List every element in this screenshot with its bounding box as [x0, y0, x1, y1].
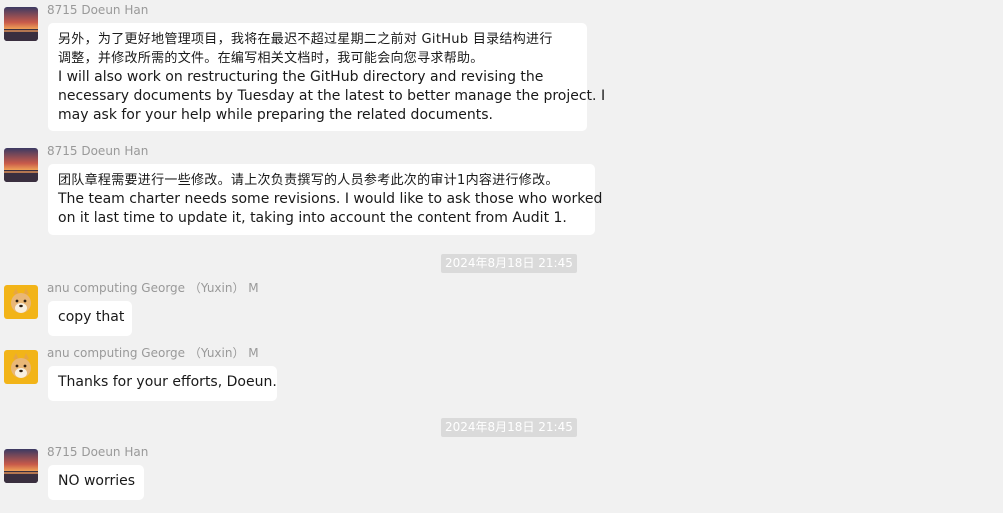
message-text-line: copy that	[58, 309, 125, 325]
sender-name: 8715 Doeun Han	[47, 3, 149, 17]
message-bubble[interactable]: 另外，为了更好地管理项目，我将在最迟不超过星期二之前对 GitHub 目录结构进…	[48, 23, 606, 131]
timestamp-divider: 2024年8月18日 21:45	[441, 418, 577, 437]
message-text-line: Thanks for your efforts, Doeun.	[58, 374, 277, 390]
message-text-line: The team charter needs some revisions. I…	[58, 191, 603, 207]
sender-name: anu computing George （Yuxin） M	[47, 281, 259, 295]
sender-name: 8715 Doeun Han	[47, 144, 149, 158]
shiba-dog-avatar-icon[interactable]	[4, 350, 38, 384]
sunset-landscape-avatar-icon[interactable]	[4, 148, 38, 182]
message-text-line: 团队章程需要进行一些修改。请上次负责撰写的人员参考此次的审计1内容进行修改。	[58, 173, 559, 188]
sender-name: anu computing George （Yuxin） M	[47, 346, 259, 360]
message-text-line: 调整，并修改所需的文件。在编写相关文档时，我可能会向您寻求帮助。	[58, 51, 484, 66]
message-bubble[interactable]: Thanks for your efforts, Doeun.	[48, 366, 277, 401]
message-text-line: necessary documents by Tuesday at the la…	[58, 88, 606, 104]
message-bubble[interactable]: NO worries	[48, 465, 144, 500]
message-text-line: may ask for your help while preparing th…	[58, 107, 493, 123]
sender-name: 8715 Doeun Han	[47, 445, 149, 459]
message-text-line: on it last time to update it, taking int…	[58, 210, 567, 226]
sunset-landscape-avatar-icon[interactable]	[4, 449, 38, 483]
message-text-line: I will also work on restructuring the Gi…	[58, 69, 544, 85]
timestamp-divider: 2024年8月18日 21:45	[441, 254, 577, 273]
message-bubble[interactable]: 团队章程需要进行一些修改。请上次负责撰写的人员参考此次的审计1内容进行修改。 T…	[48, 164, 603, 235]
message-text-line: 另外，为了更好地管理项目，我将在最迟不超过星期二之前对 GitHub 目录结构进…	[58, 32, 553, 47]
message-bubble[interactable]: copy that	[48, 301, 132, 336]
sunset-landscape-avatar-icon[interactable]	[4, 7, 38, 41]
message-text-line: NO worries	[58, 473, 136, 489]
shiba-dog-avatar-icon[interactable]	[4, 285, 38, 319]
